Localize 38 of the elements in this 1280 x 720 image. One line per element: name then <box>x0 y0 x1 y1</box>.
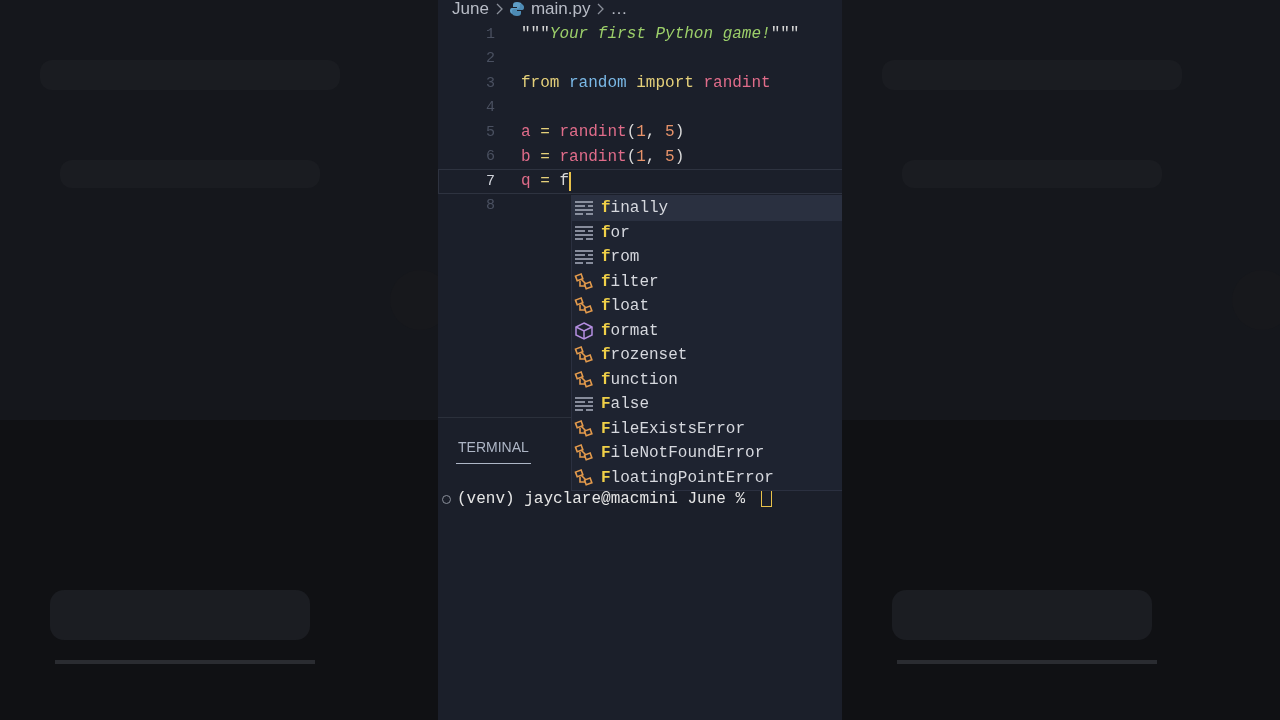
function-icon <box>574 272 594 291</box>
function-icon <box>574 370 594 389</box>
function-icon <box>574 444 594 463</box>
python-icon <box>508 1 525 17</box>
suggestion-item[interactable]: from <box>572 245 842 270</box>
suggestion-item[interactable]: FileNotFoundError <box>572 441 842 466</box>
suggestion-item[interactable]: filter <box>572 269 842 294</box>
file-crumb[interactable]: main.py <box>530 0 591 19</box>
function-icon <box>574 419 594 438</box>
suggestion-item[interactable]: format <box>572 318 842 343</box>
more-crumb[interactable]: … <box>610 0 628 19</box>
keyword-icon <box>574 224 594 241</box>
function-icon <box>574 346 594 365</box>
suggestion-item[interactable]: frozenset <box>572 343 842 368</box>
function-icon <box>574 297 594 316</box>
suggestion-item[interactable]: function <box>572 367 842 392</box>
chevron-icon <box>494 3 503 15</box>
suggestion-item[interactable]: FileExistsError <box>572 416 842 441</box>
function-icon <box>574 468 594 487</box>
code-line: from random import randint <box>521 74 771 93</box>
suggestion-item[interactable]: finally <box>572 196 842 221</box>
keyword-icon <box>574 249 594 266</box>
code-line: q = f <box>521 171 572 191</box>
keyword-icon <box>574 396 594 413</box>
suggestion-item[interactable]: for <box>572 220 842 245</box>
line-number: 7 <box>485 172 496 190</box>
code-line: """Your first Python game!""" <box>521 25 800 44</box>
cube-icon <box>574 321 594 340</box>
suggestion-item[interactable]: float <box>572 294 842 319</box>
code-line: b = randint(1, 5) <box>521 147 685 166</box>
folder-crumb[interactable]: June <box>452 0 489 19</box>
terminal-prompt: (venv) jayclare@macmini June % <box>457 490 747 508</box>
code-line: a = randint(1, 5) <box>521 123 685 142</box>
suggestion-item[interactable]: FloatingPointError <box>572 465 842 490</box>
chevron-icon <box>596 3 605 15</box>
terminal-tab[interactable]: TERMINAL <box>456 430 531 464</box>
keyword-icon <box>574 200 594 217</box>
suggestion-item[interactable]: False <box>572 392 842 417</box>
